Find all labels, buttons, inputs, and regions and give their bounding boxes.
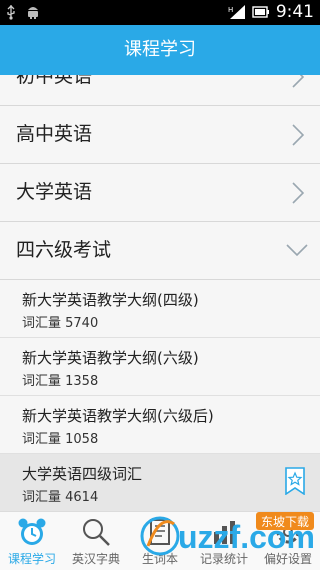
alarm-clock-icon — [18, 518, 46, 545]
course-word-count: 词汇量 1058 — [22, 432, 99, 447]
battery-icon — [252, 6, 269, 18]
android-icon — [28, 7, 38, 19]
tab-course-study[interactable]: 课程学习 — [0, 512, 64, 570]
tab-label: 英汉字典 — [71, 552, 120, 566]
tab-label: 课程学习 — [7, 552, 56, 566]
chevron-right-icon — [292, 75, 304, 88]
course-item-cet4-vocabulary[interactable]: 大学英语四级词汇 词汇量 4614 — [0, 454, 320, 511]
chevron-right-icon — [292, 124, 304, 146]
course-item-cet4-syllabus[interactable]: 新大学英语教学大纲(四级) 词汇量 5740 — [0, 280, 320, 338]
chevron-right-icon — [292, 182, 304, 204]
page-title: 课程学习 — [124, 39, 196, 60]
course-title: 新大学英语教学大纲(四级) — [22, 291, 199, 309]
course-title: 新大学英语教学大纲(六级后) — [22, 407, 214, 425]
tab-dictionary[interactable]: 英汉字典 — [64, 512, 128, 570]
course-word-count: 词汇量 4614 — [22, 490, 99, 505]
course-word-count: 词汇量 1358 — [22, 374, 99, 389]
course-word-count: 词汇量 5740 — [22, 316, 99, 331]
title-bar: 课程学习 — [0, 25, 320, 75]
bookmark-star-icon[interactable] — [284, 467, 306, 495]
signal-icon: H — [228, 5, 245, 19]
course-title: 新大学英语教学大纲(六级) — [22, 349, 199, 367]
watermark-logo: uzzf.com 东坡下载 — [140, 512, 315, 556]
course-list[interactable]: 初中英语 高中英语 大学英语 四六级考试 新大学英语教学大纲(四级) 词汇量 5… — [0, 75, 320, 511]
svg-text:H: H — [228, 6, 233, 14]
category-row-senior-high[interactable]: 高中英语 — [0, 106, 320, 164]
magnifier-icon — [83, 519, 110, 546]
status-indicators: H 9:41 — [228, 2, 314, 22]
course-title: 大学英语四级词汇 — [22, 465, 143, 483]
category-row-college[interactable]: 大学英语 — [0, 164, 320, 222]
category-label: 初中英语 — [16, 75, 93, 87]
category-label: 四六级考试 — [16, 239, 112, 261]
course-item-cet6-syllabus[interactable]: 新大学英语教学大纲(六级) 词汇量 1358 — [0, 338, 320, 396]
status-bar: H 9:41 — [0, 0, 320, 25]
usb-icon — [7, 5, 15, 20]
category-row-cet[interactable]: 四六级考试 — [0, 222, 320, 280]
status-notifications — [6, 4, 40, 20]
category-row-junior-high[interactable]: 初中英语 — [0, 75, 320, 106]
course-item-post-cet6-syllabus[interactable]: 新大学英语教学大纲(六级后) 词汇量 1058 — [0, 396, 320, 454]
status-time: 9:41 — [275, 2, 314, 22]
watermark-badge: 东坡下载 — [261, 515, 309, 529]
chevron-down-icon — [286, 244, 308, 256]
category-label: 大学英语 — [16, 181, 93, 203]
category-label: 高中英语 — [16, 123, 93, 145]
